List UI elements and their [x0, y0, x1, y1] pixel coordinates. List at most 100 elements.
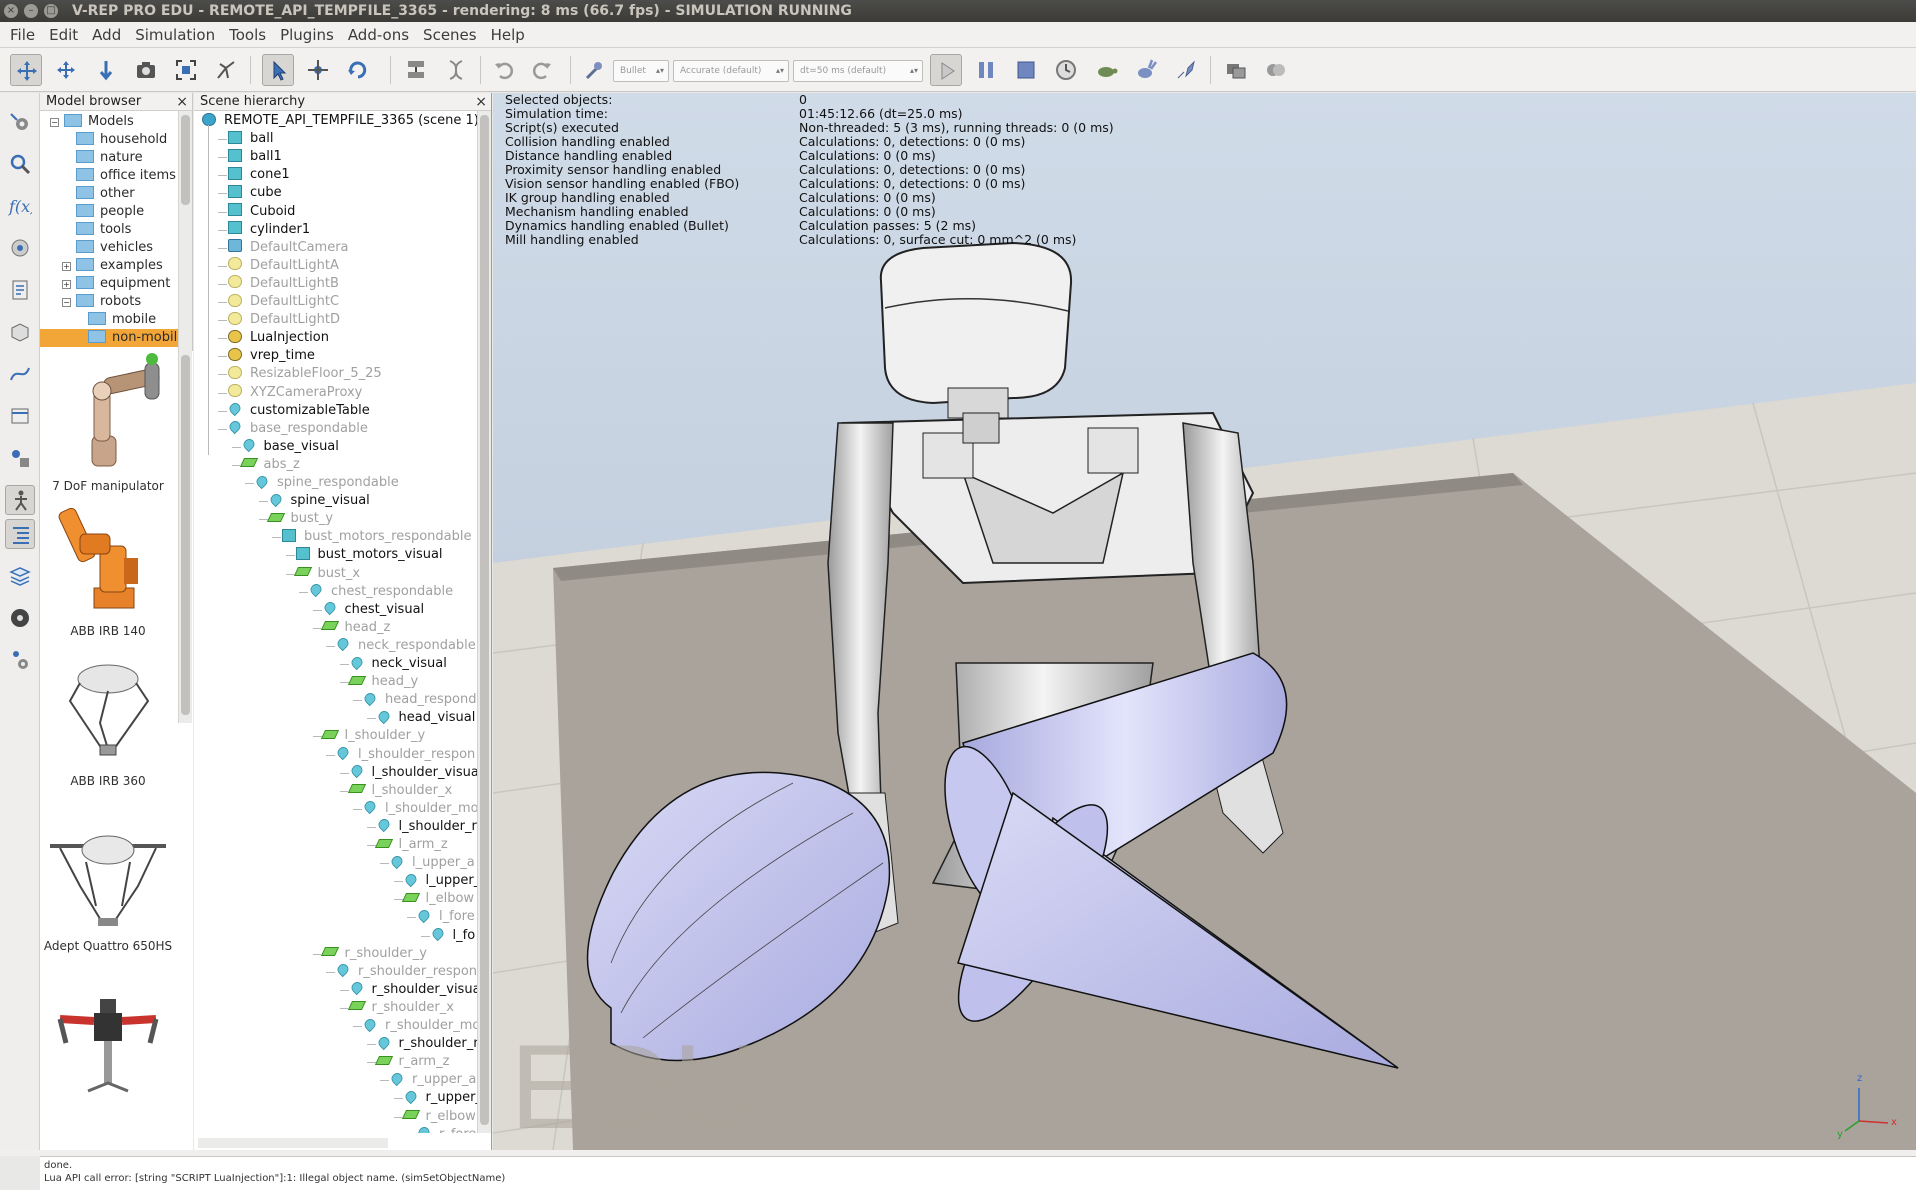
- scene-tree-scrollbar[interactable]: [477, 111, 491, 1133]
- model-folder-9[interactable]: equipment: [76, 275, 170, 293]
- close-window-button[interactable]: ×: [4, 4, 18, 18]
- scene-object-row[interactable]: DefaultCamera: [228, 239, 349, 257]
- camera-shift-icon[interactable]: [90, 54, 122, 86]
- model-folder-10[interactable]: robots: [76, 293, 141, 311]
- scene-object-row[interactable]: l_shoulder_respon: [335, 744, 475, 764]
- model-thumbs-scrollbar[interactable]: [178, 351, 192, 723]
- menu-tools[interactable]: Tools: [222, 22, 273, 48]
- scene-object-row[interactable]: Cuboid: [228, 203, 295, 221]
- menu-plugins[interactable]: Plugins: [273, 22, 341, 48]
- menu-help[interactable]: Help: [484, 22, 532, 48]
- model-folder-4[interactable]: other: [76, 185, 135, 203]
- menu-scenes[interactable]: Scenes: [416, 22, 484, 48]
- scene-object-row[interactable]: neck_respondable: [335, 636, 476, 655]
- scene-object-row[interactable]: DefaultLightA: [228, 257, 339, 275]
- object-shift-icon[interactable]: [302, 54, 334, 86]
- scene-object-row[interactable]: r_upper_: [402, 1088, 478, 1107]
- scene-object-row[interactable]: cube: [228, 184, 282, 202]
- visualization-icon[interactable]: [1260, 54, 1292, 86]
- scene-object-row[interactable]: DefaultLightC: [228, 293, 339, 311]
- faster-rabbit-icon[interactable]: [1130, 54, 1162, 86]
- simulation-settings-icon[interactable]: [5, 107, 35, 137]
- scene-object-row[interactable]: l_elbow: [401, 890, 474, 908]
- scene-object-row[interactable]: base_visual: [240, 437, 339, 456]
- accuracy-select[interactable]: Accurate (default) ▴▾: [673, 60, 789, 82]
- click-select-icon[interactable]: [262, 54, 294, 86]
- model-folder-7[interactable]: vehicles: [76, 239, 153, 257]
- collections-icon[interactable]: [5, 233, 35, 263]
- scripts-icon[interactable]: [5, 275, 35, 305]
- scene-object-row[interactable]: head_respond: [362, 690, 476, 709]
- scene-object-row[interactable]: REMOTE_API_TEMPFILE_3365 (scene 1): [202, 112, 478, 130]
- scene-object-row[interactable]: vrep_time: [228, 347, 315, 365]
- scene-object-row[interactable]: r_shoulder_mo: [362, 1016, 478, 1035]
- camera-pan-icon[interactable]: [10, 54, 42, 86]
- scene-object-row[interactable]: head_y: [347, 673, 418, 691]
- model-browser-toggle-icon[interactable]: [5, 485, 35, 515]
- scene-object-row[interactable]: head_visual: [375, 708, 475, 727]
- scene-object-row[interactable]: ResizableFloor_5_25: [228, 365, 382, 383]
- scene-object-row[interactable]: l_shoulder_y: [320, 727, 425, 745]
- model-folder-11[interactable]: mobile: [88, 311, 156, 329]
- model-folder-2[interactable]: nature: [76, 149, 143, 167]
- realtime-icon[interactable]: [1050, 54, 1082, 86]
- slower-turtle-icon[interactable]: [1090, 54, 1122, 86]
- physics-engine-select[interactable]: Bullet ▴▾: [613, 60, 669, 82]
- scene-object-row[interactable]: l_upper_: [402, 871, 478, 890]
- scene-object-row[interactable]: bust_y: [266, 510, 333, 528]
- model-thumb-irb360[interactable]: ABB IRB 360: [40, 661, 176, 788]
- stop-simulation-button[interactable]: [1010, 54, 1042, 86]
- scene-object-row[interactable]: r_shoulder_visua: [348, 980, 478, 999]
- scene-object-row[interactable]: bust_x: [293, 565, 360, 583]
- collapse-icon[interactable]: −: [50, 118, 59, 127]
- calculation-modules-icon[interactable]: f(x): [5, 191, 35, 221]
- scene-hierarchy-toggle-icon[interactable]: [5, 519, 35, 549]
- scene-object-row[interactable]: chest_respondable: [308, 581, 453, 601]
- timestep-select[interactable]: dt=50 ms (default) ▴▾: [793, 60, 923, 82]
- scene-object-row[interactable]: l_shoulder_r: [375, 817, 477, 836]
- scene-object-row[interactable]: l_upper_a: [389, 853, 475, 872]
- menu-add-ons[interactable]: Add-ons: [341, 22, 416, 48]
- scene-object-row[interactable]: spine_respondable: [254, 473, 399, 492]
- menu-file[interactable]: File: [0, 22, 42, 48]
- model-folder-8[interactable]: examples: [76, 257, 163, 275]
- scene-object-row[interactable]: abs_z: [239, 456, 300, 474]
- model-folder-6[interactable]: tools: [76, 221, 131, 239]
- scene-tree-hscrollbar[interactable]: [198, 1138, 388, 1148]
- scene-object-row[interactable]: DefaultLightD: [228, 311, 340, 329]
- scene-object-row[interactable]: chest_visual: [321, 600, 424, 619]
- scene-object-row[interactable]: r_upper_a: [389, 1070, 476, 1089]
- scene-object-row[interactable]: r_arm_z: [374, 1053, 449, 1071]
- model-thumb-quattro[interactable]: Adept Quattro 650HS: [40, 826, 176, 953]
- scene-object-row[interactable]: l_fo: [429, 925, 475, 945]
- scene-object-row[interactable]: neck_visual: [348, 654, 447, 673]
- video-recorder-icon[interactable]: [5, 603, 35, 633]
- scene-object-row[interactable]: bust_motors_respondable: [282, 528, 472, 546]
- scene-object-row[interactable]: l_fore: [416, 907, 475, 926]
- model-thumb-7dof[interactable]: 7 DoF manipulator: [40, 351, 176, 493]
- layer-stack-icon[interactable]: [5, 561, 35, 591]
- model-thumb-baxter[interactable]: [40, 991, 176, 1104]
- scene-object-row[interactable]: r_fore: [416, 1124, 476, 1133]
- model-folder-5[interactable]: people: [76, 203, 144, 221]
- scene-hierarchy-close-button[interactable]: ×: [475, 93, 487, 111]
- scene-object-row[interactable]: spine_visual: [267, 491, 370, 510]
- scene-object-row[interactable]: l_arm_z: [374, 836, 448, 854]
- menu-simulation[interactable]: Simulation: [128, 22, 222, 48]
- scene-switch-icon[interactable]: [1220, 54, 1252, 86]
- threaded-rendering-icon[interactable]: [1170, 54, 1202, 86]
- menu-add[interactable]: Add: [85, 22, 128, 48]
- undo-icon[interactable]: [488, 54, 520, 86]
- object-rotate-icon[interactable]: [342, 54, 374, 86]
- scene-object-row[interactable]: head_z: [320, 619, 390, 637]
- scene-object-row[interactable]: r_shoulder_x: [347, 999, 454, 1017]
- scene-object-row[interactable]: l_shoulder_visua: [348, 762, 478, 782]
- menu-edit[interactable]: Edit: [42, 22, 85, 48]
- scene-object-row[interactable]: base_respondable: [227, 419, 368, 438]
- transfer-dna-icon[interactable]: [440, 54, 472, 86]
- scene-object-row[interactable]: ball: [228, 130, 273, 148]
- model-folder-3[interactable]: office items: [76, 167, 176, 185]
- scene-object-row[interactable]: l_shoulder_mo: [362, 799, 478, 818]
- expand-icon[interactable]: +: [62, 262, 71, 271]
- manipulate-icon[interactable]: [210, 54, 242, 86]
